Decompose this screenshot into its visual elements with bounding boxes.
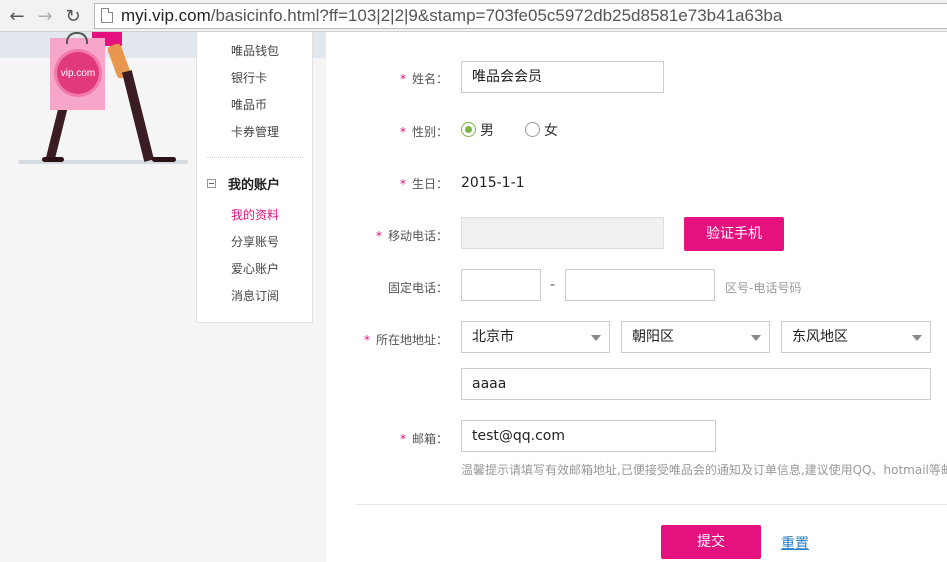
required-mark: * [399, 125, 406, 139]
phone-number-input[interactable] [565, 269, 715, 301]
sidebar-item-wallet[interactable]: 唯品钱包 [231, 42, 279, 59]
chevron-down-icon [591, 335, 601, 341]
vip-logo: vip.com [57, 52, 99, 94]
sidebar-group-my-account[interactable]: 我的账户 [207, 174, 280, 193]
province-value: 北京市 [472, 329, 514, 345]
name-label: * 姓名： [399, 72, 448, 86]
back-icon[interactable]: ← [6, 5, 28, 27]
address-label: * 所在地地址： [363, 333, 448, 347]
sidebar-item-bank-card[interactable]: 银行卡 [231, 69, 267, 86]
collapse-icon[interactable] [207, 179, 216, 188]
sidebar-menu: 唯品钱包 银行卡 唯品币 卡券管理 我的账户 我的资料 分享账号 爱心账户 消息… [196, 32, 313, 323]
browser-toolbar: ← → ↻ myi.vip.com/basicinfo.html?ff=103|… [0, 0, 947, 32]
mobile-label: * 移动电话： [375, 229, 448, 243]
name-input[interactable]: 唯品会会员 [461, 61, 664, 93]
gender-male-label[interactable]: 男 [480, 120, 494, 140]
landline-label: 固定电话： [387, 281, 448, 295]
url-text[interactable]: myi.vip.com/basicinfo.html?ff=103|2|2|9&… [121, 6, 782, 26]
email-hint: 温馨提示请填写有效邮箱地址,已便接受唯品会的通知及订单信息,建议使用QQ、hot… [461, 463, 947, 477]
landline-hint: 区号-电话号码 [725, 281, 802, 295]
required-mark: * [363, 333, 370, 347]
sidebar-item-vip-coins[interactable]: 唯品币 [231, 96, 267, 113]
form-divider [356, 504, 947, 505]
gender-male-radio[interactable] [461, 122, 476, 137]
district-value: 东风地区 [792, 329, 848, 345]
chevron-down-icon [912, 335, 922, 341]
verify-phone-button[interactable]: 验证手机 [684, 217, 784, 251]
reload-icon[interactable]: ↻ [62, 5, 84, 27]
address-bar[interactable]: myi.vip.com/basicinfo.html?ff=103|2|2|9&… [94, 3, 947, 29]
gender-label: * 性别： [399, 125, 448, 139]
area-code-input[interactable] [461, 269, 541, 301]
email-input[interactable]: test@qq.com [461, 420, 716, 452]
sidebar-item-coupons[interactable]: 卡券管理 [231, 123, 279, 140]
birthday-value: 2015-1-1 [461, 175, 525, 191]
sidebar-item-share-account[interactable]: 分享账号 [231, 233, 279, 250]
required-mark: * [375, 229, 382, 243]
birthday-label: * 生日： [399, 177, 448, 191]
city-value: 朝阳区 [632, 329, 674, 345]
gender-female-label[interactable]: 女 [544, 120, 558, 140]
district-select[interactable]: 东风地区 [781, 321, 931, 353]
city-select[interactable]: 朝阳区 [621, 321, 770, 353]
province-select[interactable]: 北京市 [461, 321, 610, 353]
sidebar-item-charity-account[interactable]: 爱心账户 [231, 260, 279, 277]
sidebar-group-title: 我的账户 [228, 178, 281, 193]
forward-icon[interactable]: → [34, 5, 56, 27]
sidebar-divider [207, 157, 303, 158]
required-mark: * [399, 177, 406, 191]
submit-button[interactable]: 提交 [661, 525, 761, 559]
required-mark: * [399, 432, 406, 446]
page-icon [101, 8, 113, 23]
sidebar-item-subscriptions[interactable]: 消息订阅 [231, 287, 279, 304]
sidebar-item-my-profile[interactable]: 我的资料 [231, 206, 279, 223]
gender-female-radio[interactable] [525, 122, 540, 137]
email-label: * 邮箱： [399, 432, 448, 446]
chevron-down-icon [751, 335, 761, 341]
reset-link[interactable]: 重置 [781, 533, 809, 553]
required-mark: * [399, 72, 406, 86]
address-detail-input[interactable]: aaaa [461, 368, 931, 400]
mobile-input[interactable] [461, 217, 664, 249]
landline-separator: - [550, 277, 556, 293]
